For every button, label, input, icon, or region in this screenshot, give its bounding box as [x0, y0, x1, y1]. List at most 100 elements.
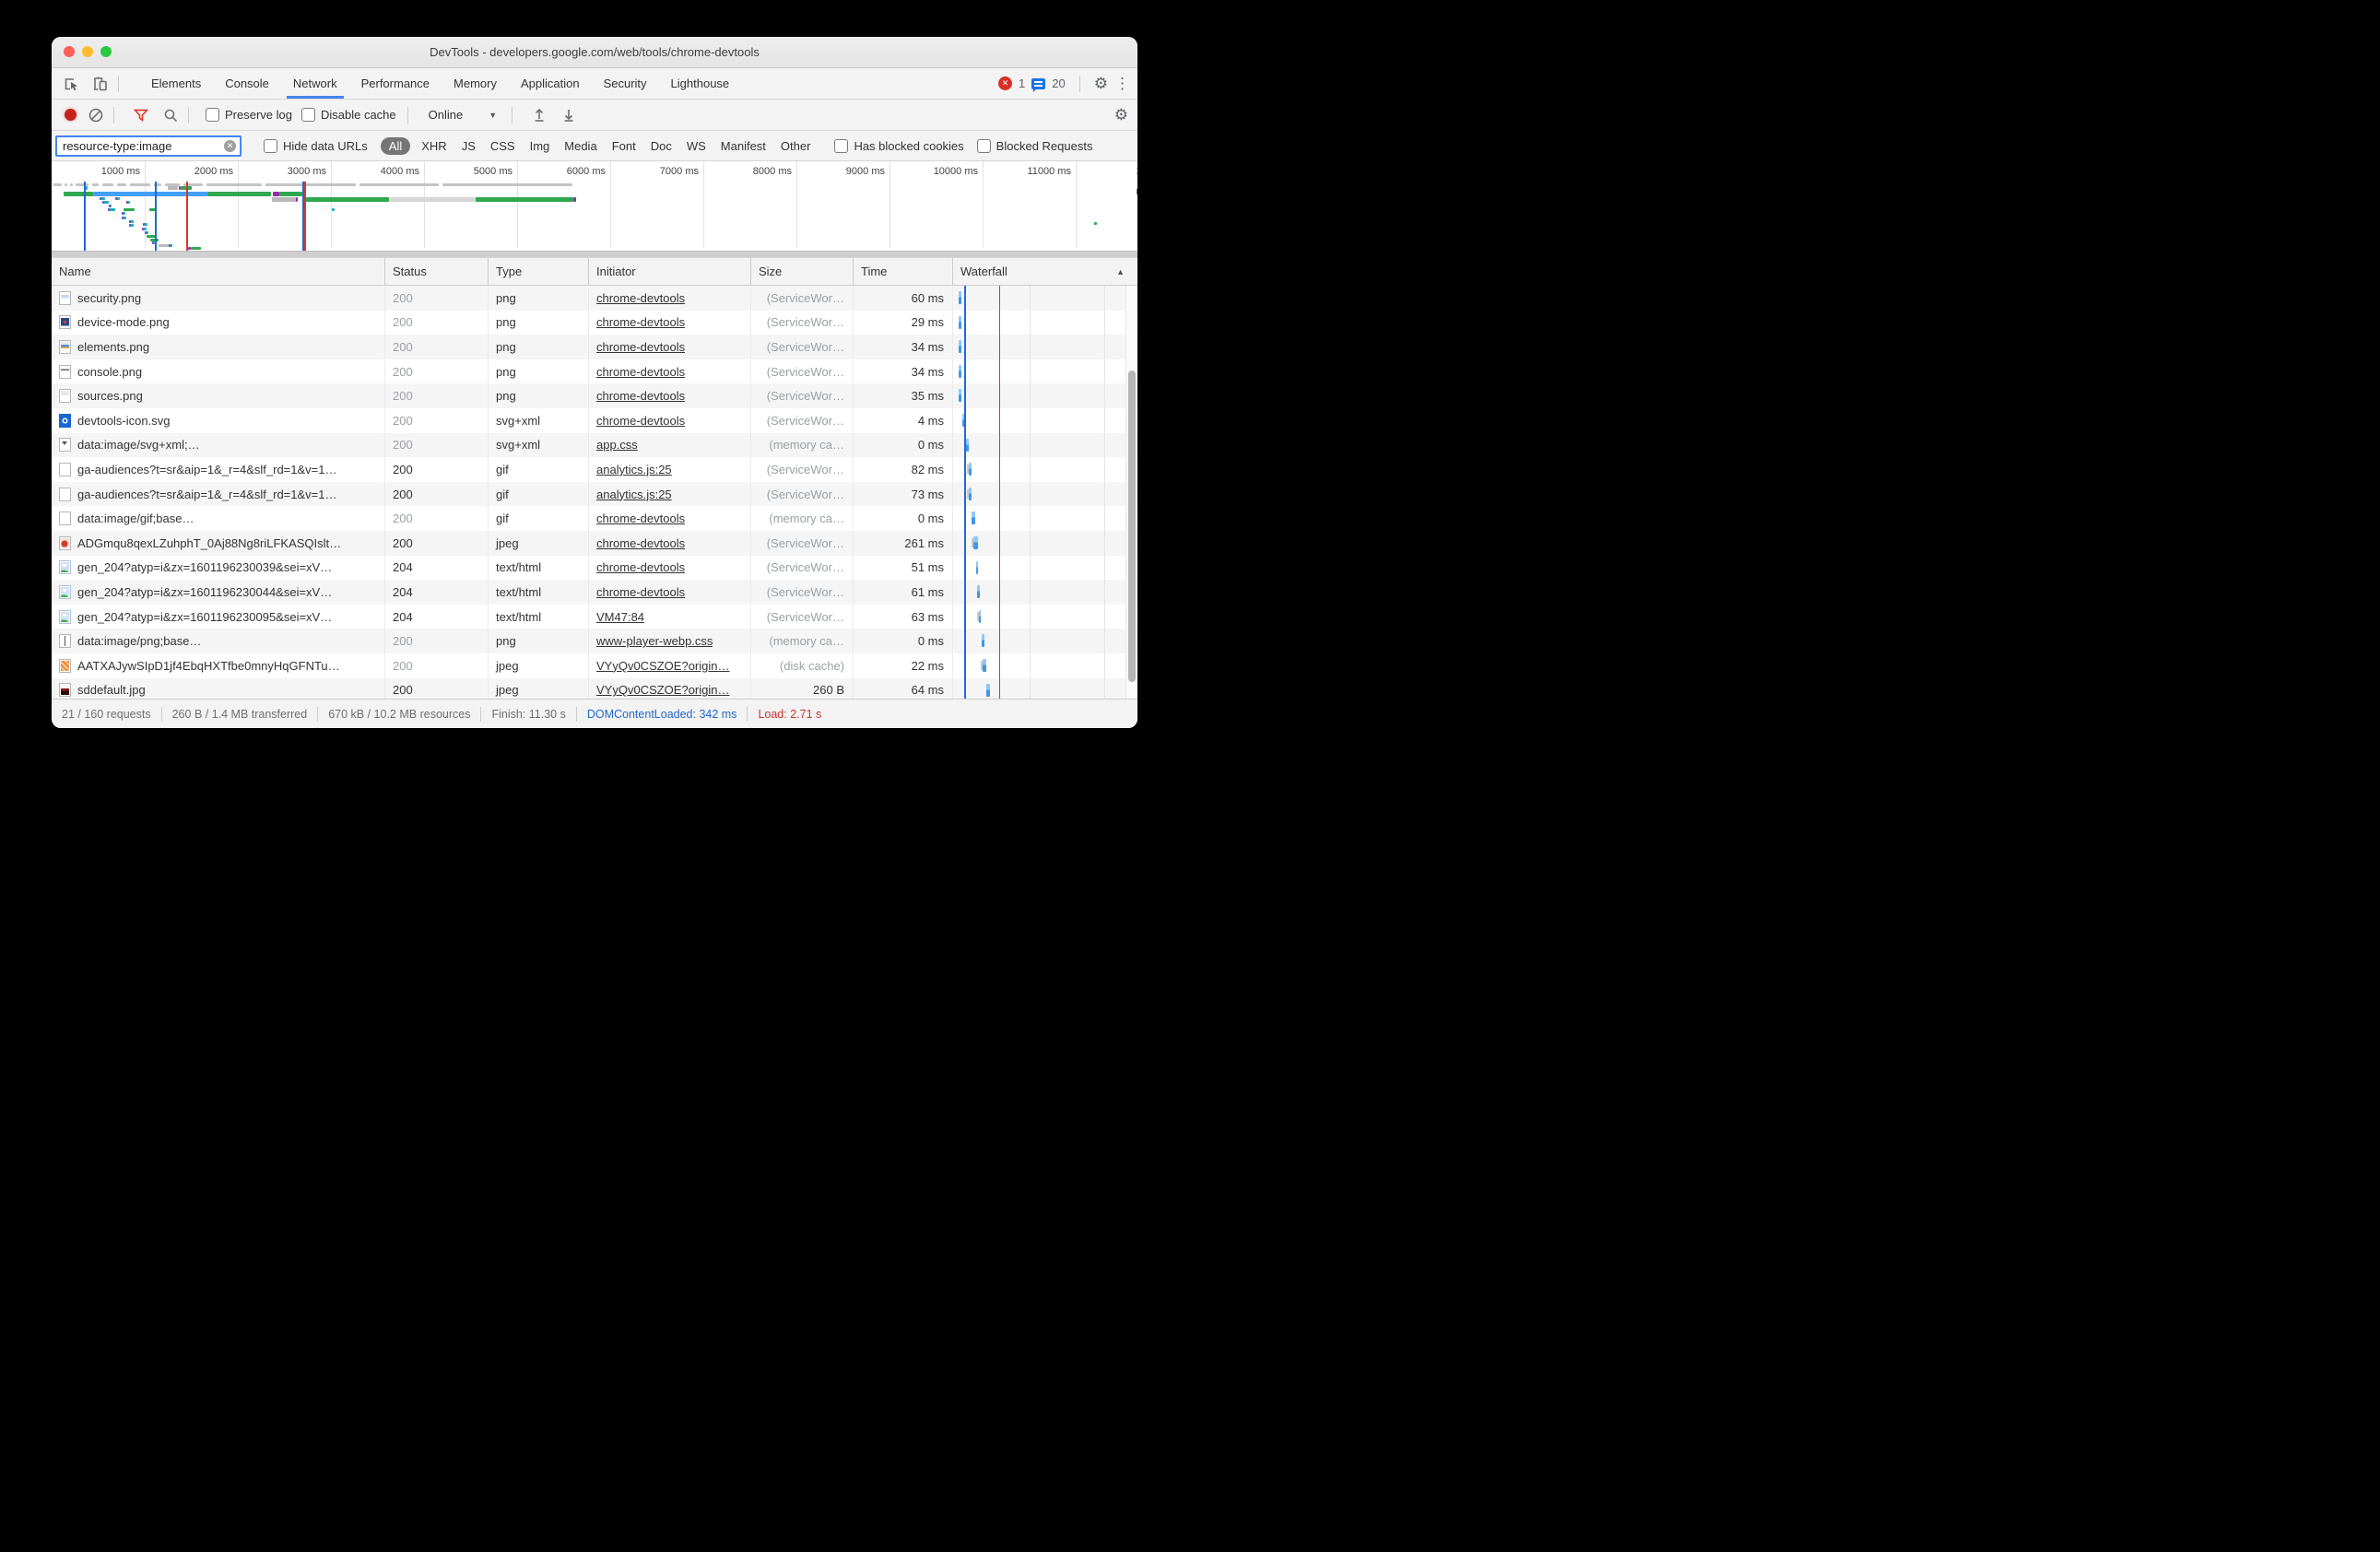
column-header-name[interactable]: Name	[52, 258, 385, 285]
type-filter-other[interactable]: Other	[773, 137, 819, 155]
load-event-line	[186, 182, 188, 252]
table-row[interactable]: devtools-icon.svg200svg+xmlchrome-devtoo…	[52, 408, 1137, 433]
table-row[interactable]: security.png200pngchrome-devtools(Servic…	[52, 286, 1137, 311]
inspect-element-icon[interactable]	[61, 74, 81, 94]
table-row[interactable]: ADGmqu8qexLZuhphT_0Aj88Ng8riLFKASQIslt…2…	[52, 531, 1137, 556]
initiator-link[interactable]: chrome-devtools	[596, 560, 685, 574]
table-row[interactable]: data:image/png;base…200pngwww-player-web…	[52, 629, 1137, 653]
table-row[interactable]: sources.png200pngchrome-devtools(Service…	[52, 383, 1137, 408]
initiator-link[interactable]: chrome-devtools	[596, 585, 685, 599]
preserve-log-checkbox-box[interactable]	[206, 108, 219, 122]
tab-network[interactable]: Network	[281, 68, 349, 99]
tab-application[interactable]: Application	[509, 68, 592, 99]
initiator-link[interactable]: chrome-devtools	[596, 365, 685, 379]
type-filter-doc[interactable]: Doc	[643, 137, 679, 155]
initiator-link[interactable]: VM47:84	[596, 610, 644, 624]
network-overview-timeline[interactable]: 1000 ms2000 ms3000 ms4000 ms5000 ms6000 …	[52, 161, 1137, 258]
export-har-icon[interactable]	[559, 105, 579, 125]
overview-tick-label: 7000 ms	[660, 161, 703, 182]
initiator-link[interactable]: app.css	[596, 438, 638, 452]
has-blocked-cookies-checkbox[interactable]: Has blocked cookies	[834, 139, 963, 153]
throttling-select[interactable]: Online ▼	[425, 108, 501, 122]
kebab-menu-icon[interactable]: ⋮	[1114, 76, 1130, 91]
table-row[interactable]: device-mode.png200pngchrome-devtools(Ser…	[52, 311, 1137, 335]
table-row[interactable]: elements.png200pngchrome-devtools(Servic…	[52, 335, 1137, 359]
tab-elements[interactable]: Elements	[139, 68, 213, 99]
error-badge-icon[interactable]: ✕	[998, 76, 1012, 90]
hide-data-urls-checkbox[interactable]: Hide data URLs	[264, 139, 368, 153]
type-filter-js[interactable]: JS	[454, 137, 483, 155]
column-header-status[interactable]: Status	[385, 258, 489, 285]
issues-message-icon[interactable]	[1031, 78, 1045, 89]
table-row[interactable]: gen_204?atyp=i&zx=1601196230039&sei=xV…2…	[52, 556, 1137, 581]
table-row[interactable]: ga-audiences?t=sr&aip=1&_r=4&slf_rd=1&v=…	[52, 482, 1137, 507]
type-cell: svg+xml	[489, 408, 589, 433]
column-header-waterfall[interactable]: Waterfall▲	[953, 258, 1137, 285]
initiator-link[interactable]: VYyQv0CSZOE?origin…	[596, 659, 730, 673]
column-header-initiator[interactable]: Initiator	[589, 258, 751, 285]
type-filter-manifest[interactable]: Manifest	[713, 137, 773, 155]
type-filter-css[interactable]: CSS	[483, 137, 523, 155]
request-name: sources.png	[77, 389, 143, 403]
tab-console[interactable]: Console	[213, 68, 281, 99]
blocked-requests-checkbox-box[interactable]	[977, 139, 991, 153]
clear-filter-icon[interactable]: ✕	[224, 140, 236, 152]
clear-network-log-icon[interactable]	[86, 105, 106, 125]
network-filter-input[interactable]	[61, 138, 220, 154]
table-row[interactable]: AATXAJywSIpD1jf4EbqHXTfbe0mnyHqGFNTu…200…	[52, 653, 1137, 678]
disable-cache-checkbox-box[interactable]	[301, 108, 315, 122]
table-row[interactable]: data:image/gif;base…200gifchrome-devtool…	[52, 506, 1137, 531]
type-filter-ws[interactable]: WS	[679, 137, 713, 155]
settings-gear-icon[interactable]: ⚙	[1094, 76, 1108, 91]
initiator-link[interactable]: chrome-devtools	[596, 414, 685, 428]
hide-data-urls-checkbox-box[interactable]	[264, 139, 277, 153]
disable-cache-checkbox[interactable]: Disable cache	[301, 108, 396, 122]
table-row[interactable]: ga-audiences?t=sr&aip=1&_r=4&slf_rd=1&v=…	[52, 457, 1137, 482]
table-row[interactable]: data:image/svg+xml;…200svg+xmlapp.css(me…	[52, 433, 1137, 458]
status-divider	[576, 707, 577, 722]
column-header-type[interactable]: Type	[489, 258, 589, 285]
initiator-link[interactable]: chrome-devtools	[596, 389, 685, 403]
tab-lighthouse[interactable]: Lighthouse	[659, 68, 742, 99]
table-row[interactable]: console.png200pngchrome-devtools(Service…	[52, 359, 1137, 384]
initiator-link[interactable]: VYyQv0CSZOE?origin…	[596, 683, 730, 697]
type-filter-img[interactable]: Img	[523, 137, 558, 155]
initiator-link[interactable]: chrome-devtools	[596, 340, 685, 354]
initiator-link[interactable]: www-player-webp.css	[596, 634, 713, 648]
status-item[interactable]: DOMContentLoaded: 342 ms	[587, 708, 737, 721]
blocked-requests-checkbox[interactable]: Blocked Requests	[977, 139, 1093, 153]
table-row[interactable]: gen_204?atyp=i&zx=1601196230095&sei=xV…2…	[52, 605, 1137, 629]
record-network-log-button[interactable]	[65, 109, 77, 121]
table-row[interactable]: gen_204?atyp=i&zx=1601196230044&sei=xV…2…	[52, 580, 1137, 605]
filter-funnel-icon[interactable]	[131, 105, 151, 125]
status-item[interactable]: Load: 2.71 s	[758, 708, 821, 721]
tab-performance[interactable]: Performance	[349, 68, 442, 99]
type-filter-xhr[interactable]: XHR	[414, 137, 454, 155]
initiator-link[interactable]: chrome-devtools	[596, 291, 685, 305]
preserve-log-checkbox[interactable]: Preserve log	[206, 108, 292, 122]
type-filter-all[interactable]: All	[381, 137, 410, 155]
column-header-size[interactable]: Size	[751, 258, 854, 285]
has-blocked-cookies-checkbox-box[interactable]	[834, 139, 848, 153]
type-filter-media[interactable]: Media	[557, 137, 604, 155]
overview-scroll-strip[interactable]	[52, 251, 1137, 257]
initiator-link[interactable]: chrome-devtools	[596, 511, 685, 525]
sort-ascending-icon[interactable]: ▲	[1116, 267, 1125, 276]
import-har-icon[interactable]	[529, 105, 549, 125]
initiator-link[interactable]: analytics.js:25	[596, 463, 672, 476]
tab-security[interactable]: Security	[592, 68, 659, 99]
overview-dash-segment	[53, 183, 62, 186]
search-icon[interactable]	[160, 105, 181, 125]
initiator-link[interactable]: chrome-devtools	[596, 536, 685, 550]
table-row[interactable]: sddefault.jpg200jpegVYyQv0CSZOE?origin…2…	[52, 678, 1137, 700]
network-settings-gear-icon[interactable]: ⚙	[1114, 107, 1128, 123]
initiator-link[interactable]: chrome-devtools	[596, 315, 685, 329]
type-filter-font[interactable]: Font	[605, 137, 643, 155]
device-toolbar-icon[interactable]	[90, 74, 111, 94]
scrollbar-thumb[interactable]	[1128, 370, 1136, 682]
vertical-scrollbar[interactable]	[1125, 286, 1137, 699]
tab-memory[interactable]: Memory	[442, 68, 509, 99]
column-header-time[interactable]: Time	[854, 258, 953, 285]
network-filter-input-wrap: ✕	[55, 135, 242, 157]
initiator-link[interactable]: analytics.js:25	[596, 488, 672, 501]
